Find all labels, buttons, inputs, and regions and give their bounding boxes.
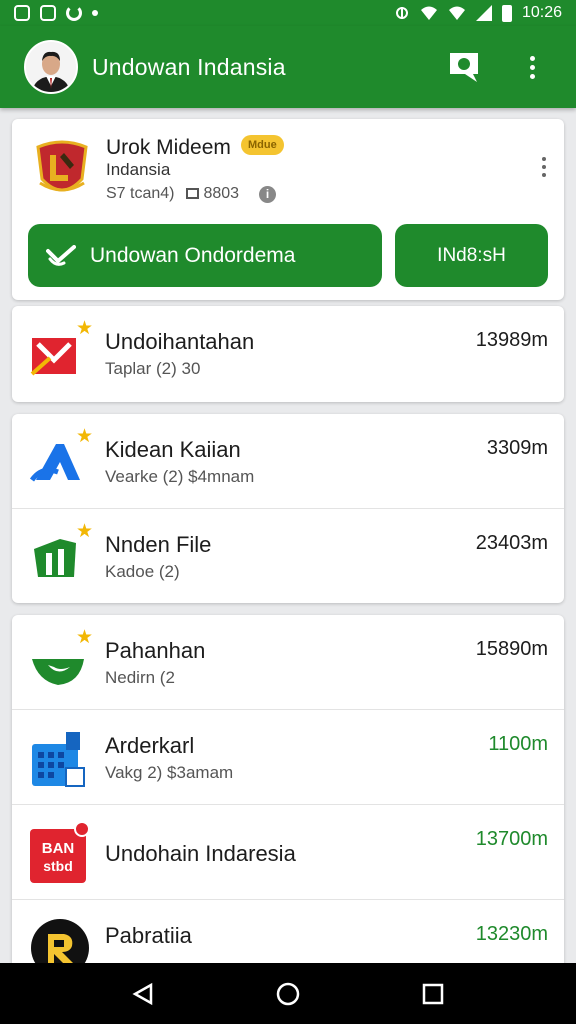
featured-subtitle: Indansia	[106, 160, 171, 179]
notification-icon	[66, 5, 82, 21]
status-bar: 10:26	[0, 0, 576, 26]
blue-building-icon	[30, 732, 86, 787]
recents-button[interactable]	[411, 972, 455, 1016]
star-icon: ★	[75, 426, 93, 447]
blue-triangle-icon: ★	[29, 427, 93, 488]
document-icon	[186, 188, 200, 199]
item-value: 3309m	[486, 437, 548, 459]
item-value: 1100m	[488, 733, 548, 755]
item-subtitle: Kadoe (2)	[105, 562, 180, 581]
logo-text-ban: BAN	[42, 840, 75, 857]
item-title: Arderkarl	[105, 733, 195, 758]
list-card: ★ Kidean Kaiian Vearke (2) $4mnam 3309m …	[12, 414, 564, 603]
green-file-icon: ★	[30, 522, 93, 583]
item-value: 15890m	[475, 638, 548, 660]
item-subtitle: Nedirn (2	[105, 668, 175, 687]
list-item[interactable]: BAN stbd Undohain Indaresia 13700m	[12, 805, 564, 900]
system-nav-bar	[0, 963, 576, 1024]
status-time: 10:26	[521, 4, 562, 21]
handshake-icon	[46, 244, 76, 266]
emblem-logo-icon	[36, 140, 88, 192]
avatar[interactable]	[24, 40, 78, 94]
meta-right-group: 8803	[186, 185, 239, 203]
status-badge: Mdue	[241, 135, 284, 155]
search-icon	[450, 53, 478, 82]
star-icon: ★	[75, 627, 93, 648]
notification-icon	[40, 5, 56, 21]
notification-dot-icon	[74, 821, 90, 837]
featured-card[interactable]: Urok Mideem Mdue Indansia S7 tcan4) 8803…	[12, 119, 564, 300]
featured-meta: S7 tcan4) 8803 i	[106, 185, 277, 203]
star-icon: ★	[75, 318, 93, 339]
primary-action-label: Undowan Ondordema	[90, 243, 296, 267]
back-icon	[132, 982, 152, 1005]
signal-icon	[475, 5, 492, 21]
item-value: 23403m	[475, 532, 548, 554]
star-icon: ★	[75, 521, 93, 542]
search-button[interactable]	[444, 47, 484, 87]
item-value: 13700m	[475, 828, 548, 850]
red-envelope-icon: ★	[30, 319, 93, 380]
battery-icon	[501, 4, 512, 22]
list-item[interactable]: ★ Undoihantahan Taplar (2) 30 13989m	[12, 306, 564, 401]
list-item[interactable]: ★ Pahanhan Nedirn (2 15890m	[12, 615, 564, 710]
meta-right: 8803	[203, 185, 240, 202]
item-value: 13230m	[475, 923, 548, 945]
item-title: Pabratiia	[105, 923, 192, 948]
app-title: Undowan Indansia	[92, 53, 286, 80]
wifi-icon	[420, 6, 437, 20]
list-card: ★ Pahanhan Nedirn (2 15890m Arderkarl Va…	[12, 615, 564, 975]
list-item[interactable]: Arderkarl Vakg 2) $3amam 1100m	[12, 710, 564, 805]
item-subtitle: Vakg 2) $3amam	[105, 763, 234, 782]
home-icon	[276, 982, 300, 1005]
item-title: Kidean Kaiian	[105, 437, 241, 462]
item-title: Nnden File	[105, 532, 212, 557]
secondary-action-button[interactable]: INd8:sH	[395, 224, 548, 287]
vibrate-icon	[395, 7, 408, 19]
wifi-icon	[448, 6, 465, 20]
featured-title: Urok Mideem	[106, 136, 231, 159]
home-button[interactable]	[266, 972, 310, 1016]
info-icon[interactable]: i	[259, 185, 277, 203]
item-value: 13989m	[475, 329, 548, 351]
app-bar: Undowan Indansia	[0, 26, 576, 108]
item-title: Undohain Indaresia	[105, 841, 296, 866]
logo-text-sticker: stbd	[43, 858, 73, 874]
more-vert-icon	[529, 55, 535, 79]
primary-action-button[interactable]: Undowan Ondordema	[28, 224, 382, 287]
list-item[interactable]: ★ Kidean Kaiian Vearke (2) $4mnam 3309m	[12, 414, 564, 509]
card-menu-button[interactable]	[542, 157, 546, 177]
green-leaf-icon: ★	[30, 628, 93, 689]
list-item[interactable]: ★ Nnden File Kadoe (2) 23403m	[12, 509, 564, 603]
item-subtitle: Taplar (2) 30	[105, 359, 201, 378]
recents-icon	[423, 983, 444, 1004]
item-title: Undoihantahan	[105, 329, 255, 354]
list-card: ★ Undoihantahan Taplar (2) 30 13989m	[12, 306, 564, 402]
notification-dot-icon	[92, 10, 98, 16]
person-icon	[26, 42, 76, 92]
item-title: Pahanhan	[105, 638, 206, 663]
red-ban-logo-icon: BAN stbd	[30, 821, 90, 883]
meta-left: S7 tcan4)	[106, 185, 175, 202]
secondary-action-label: INd8:sH	[437, 244, 506, 266]
item-subtitle: Vearke (2) $4mnam	[105, 467, 255, 486]
overflow-menu-button[interactable]	[512, 47, 552, 87]
back-button[interactable]	[121, 972, 165, 1016]
notification-icon	[14, 5, 30, 21]
